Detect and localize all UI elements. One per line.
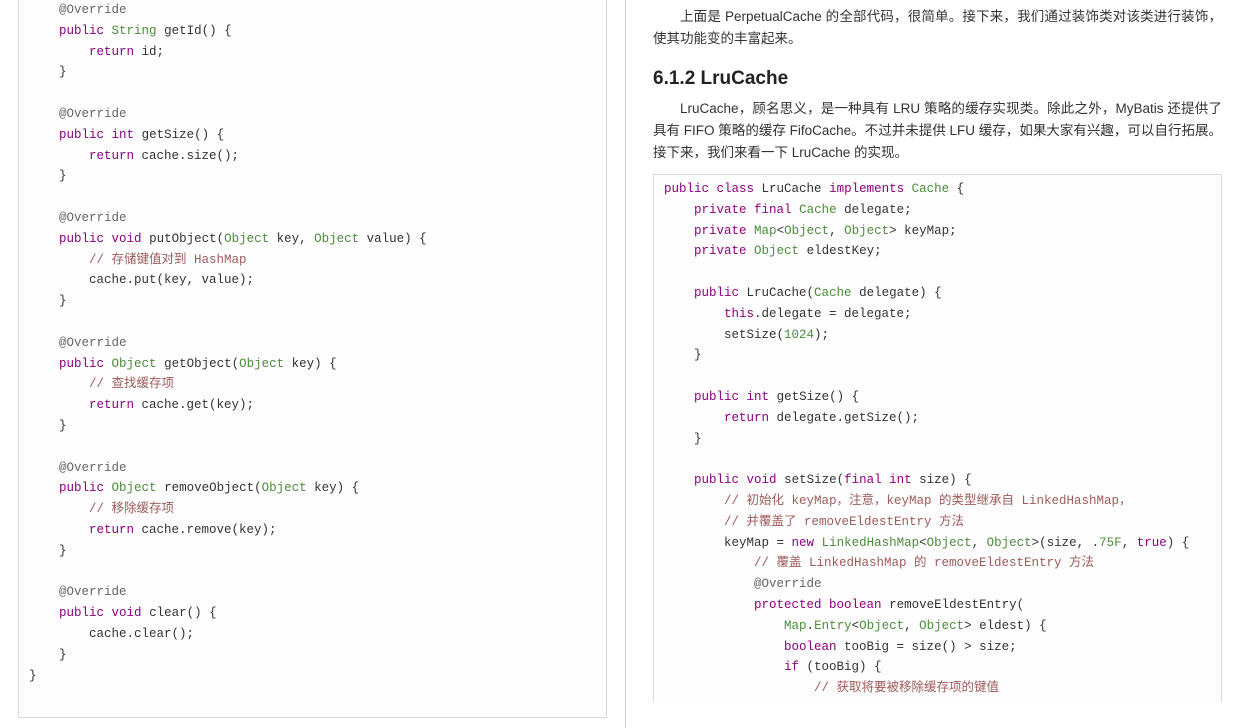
page-spread: @Override public String getId() { return… bbox=[0, 0, 1250, 728]
left-page: @Override public String getId() { return… bbox=[0, 0, 625, 728]
code-block-lrucache: public class LruCache implements Cache {… bbox=[653, 174, 1222, 702]
intro-paragraph-2: LruCache，顾名思义，是一种具有 LRU 策略的缓存实现类。除此之外，My… bbox=[653, 98, 1222, 164]
code-block-perpetualcache: @Override public String getId() { return… bbox=[18, 0, 607, 718]
right-page: 上面是 PerpetualCache 的全部代码，很简单。接下来，我们通过装饰类… bbox=[625, 0, 1250, 728]
intro-paragraph-1: 上面是 PerpetualCache 的全部代码，很简单。接下来，我们通过装饰类… bbox=[653, 6, 1222, 50]
section-heading-lrucache: 6.1.2 LruCache bbox=[653, 68, 1222, 90]
